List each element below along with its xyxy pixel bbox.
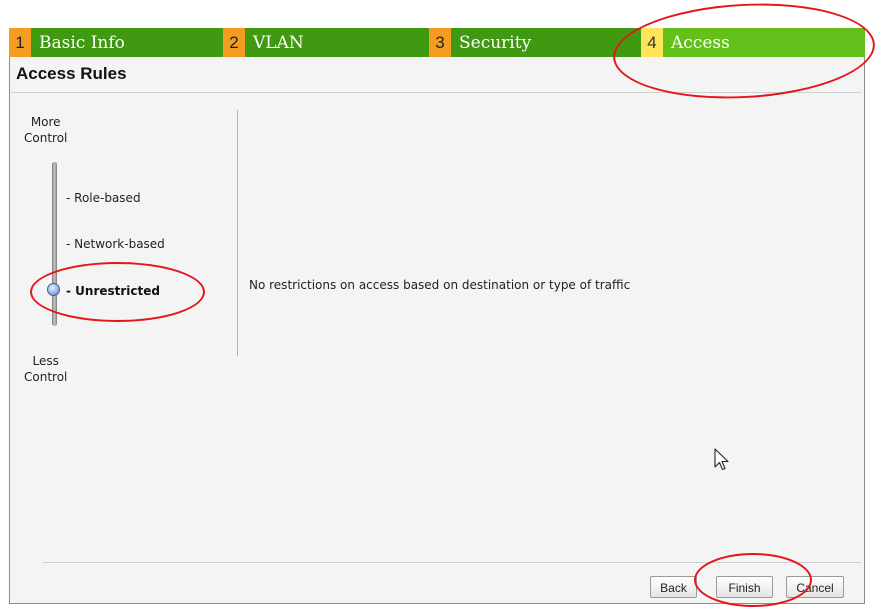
tab-basic-info[interactable]: 1 Basic Info <box>9 28 223 57</box>
back-button[interactable]: Back <box>650 576 697 598</box>
tab-label: VLAN <box>253 32 304 53</box>
tab-number: 1 <box>9 28 31 57</box>
page-title: Access Rules <box>16 64 127 83</box>
access-description: No restrictions on access based on desti… <box>249 278 631 292</box>
mouse-pointer-icon <box>714 448 730 476</box>
control-label: Control <box>24 131 68 145</box>
tab-label: Security <box>459 32 532 53</box>
option-unrestricted[interactable]: - Unrestricted <box>66 284 160 298</box>
access-slider-track[interactable] <box>52 162 57 326</box>
finish-button[interactable]: Finish <box>716 576 773 598</box>
tab-label: Basic Info <box>39 32 125 53</box>
slider-handle[interactable] <box>47 283 60 296</box>
cancel-button[interactable]: Cancel <box>786 576 844 598</box>
tab-security[interactable]: 3 Security <box>429 28 641 57</box>
less-control-label: Less Control <box>24 353 67 385</box>
tab-access[interactable]: 4 Access <box>641 28 865 57</box>
tab-label: Access <box>671 32 730 53</box>
divider <box>11 92 861 93</box>
more-control-label: More Control <box>24 114 67 146</box>
tab-number: 2 <box>223 28 245 57</box>
option-role-based[interactable]: - Role-based <box>66 191 141 205</box>
option-network-based[interactable]: - Network-based <box>66 237 165 251</box>
tab-number: 3 <box>429 28 451 57</box>
tab-number: 4 <box>641 28 663 57</box>
wizard-panel <box>9 28 865 604</box>
tab-vlan[interactable]: 2 VLAN <box>223 28 429 57</box>
less-label: Less <box>32 354 59 368</box>
more-label: More <box>30 115 61 129</box>
control-label: Control <box>24 370 68 384</box>
vertical-divider <box>237 110 238 356</box>
wizard-tabs: 1 Basic Info 2 VLAN 3 Security 4 Access <box>9 28 865 57</box>
footer-divider <box>43 562 861 563</box>
